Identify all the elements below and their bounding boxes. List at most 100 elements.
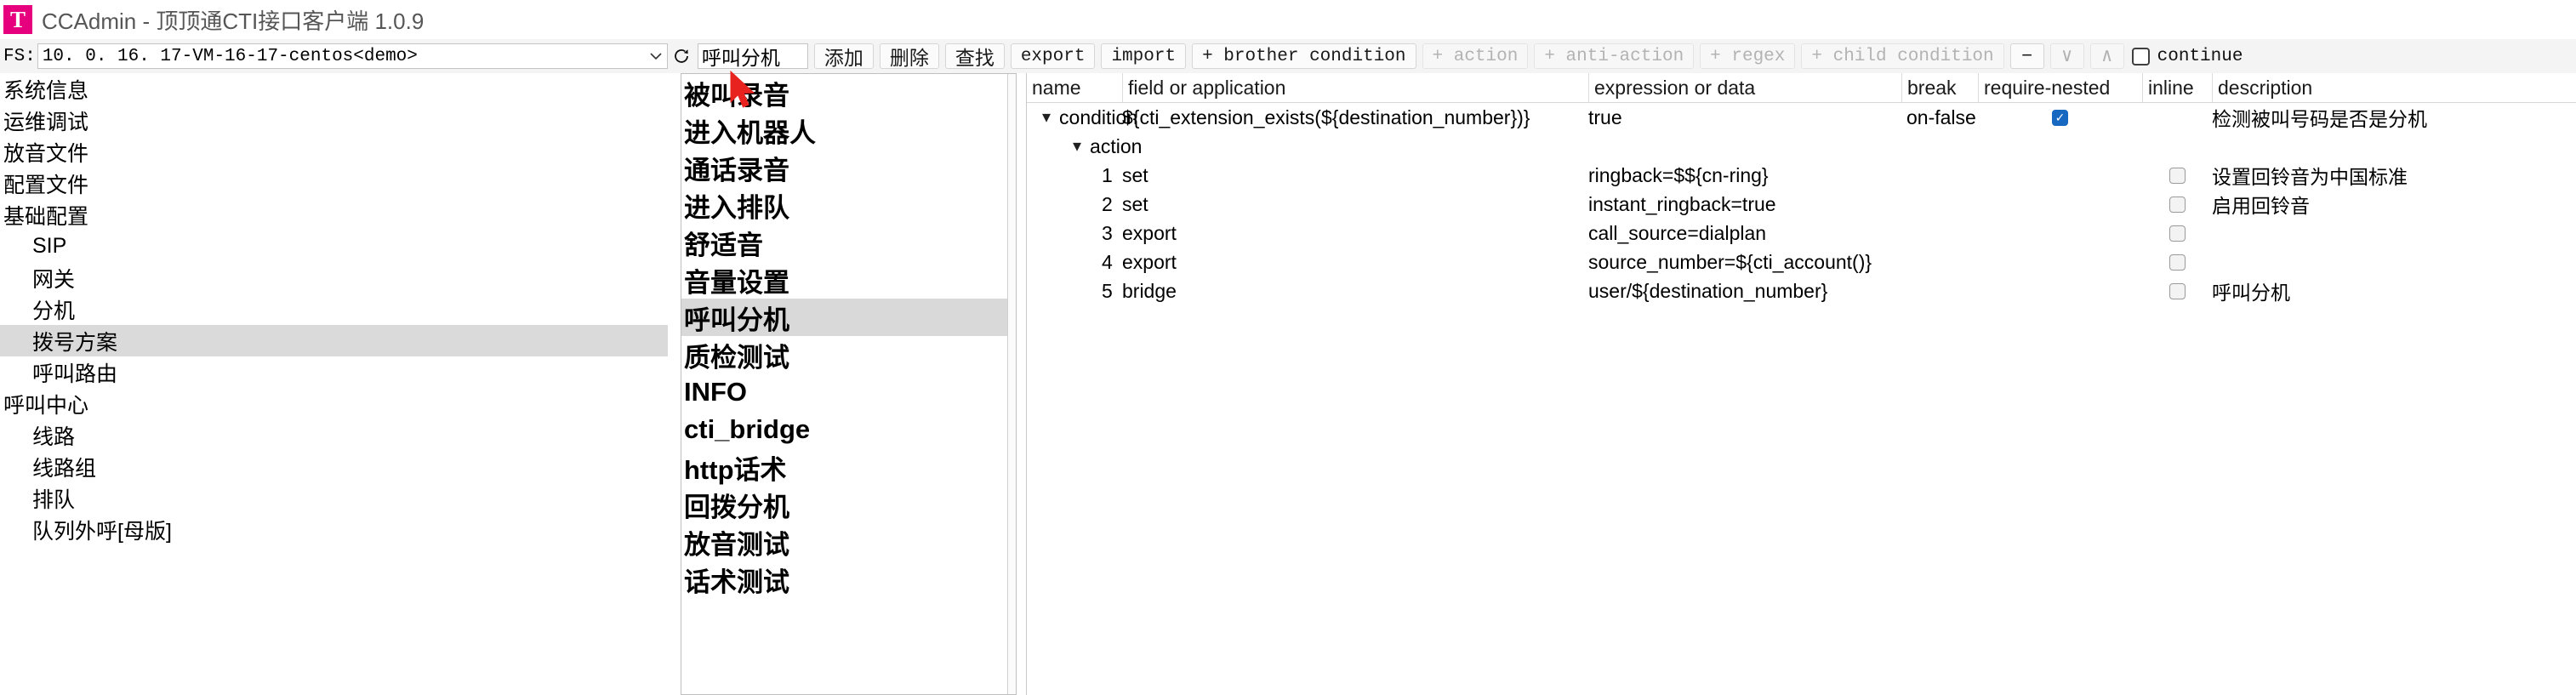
row-description-cell[interactable] (2212, 248, 2552, 276)
sidebar-item[interactable]: 拨号方案 (0, 325, 668, 356)
column-header[interactable]: name (1027, 73, 1122, 102)
list-item[interactable]: 质检测试 (681, 336, 1016, 373)
list-item[interactable]: 音量设置 (681, 261, 1016, 299)
list-item[interactable]: 舒适音 (681, 224, 1016, 261)
column-header[interactable]: inline (2142, 73, 2212, 102)
list-item[interactable]: 回拨分机 (681, 486, 1016, 523)
table-row[interactable]: 5 bridge user/${destination_number} 呼叫分机 (1027, 276, 2576, 305)
list-item[interactable]: 话术测试 (681, 561, 1016, 598)
inline-checkbox[interactable] (2169, 254, 2186, 271)
row-break-cell[interactable] (1906, 161, 1983, 190)
sidebar-item[interactable]: 分机 (0, 293, 668, 325)
column-header[interactable]: field or application (1122, 73, 1343, 102)
delete-button[interactable]: 删除 (879, 43, 939, 69)
navigation-sidebar[interactable]: 系统信息 运维调试 放音文件 配置文件 基础配置 SIP 网关 分机 拨号方案 呼叫路由 呼叫中心线… (0, 73, 668, 695)
sidebar-item[interactable]: 队列外呼[母版] (0, 514, 668, 545)
list-item[interactable]: 呼叫分机 (681, 299, 1016, 336)
sidebar-item[interactable]: 放音文件 (0, 136, 668, 168)
row-field-cell[interactable]: set (1122, 190, 1582, 219)
row-field-cell[interactable]: bridge (1122, 276, 1582, 305)
sidebar-item[interactable]: 呼叫路由 (0, 356, 668, 388)
row-expression-cell[interactable]: user/${destination_number} (1588, 276, 1895, 305)
sidebar-item[interactable]: SIP (0, 231, 668, 262)
list-item[interactable]: http话术 (681, 448, 1016, 486)
column-header[interactable]: description (2212, 73, 2467, 102)
column-header[interactable]: require-nested (1978, 73, 2142, 102)
export-button[interactable]: export (1010, 43, 1096, 69)
row-break-cell[interactable] (1906, 219, 1983, 248)
row-break-cell[interactable] (1906, 276, 1983, 305)
row-inline-cell[interactable] (2142, 190, 2212, 219)
row-field-cell[interactable] (1122, 132, 1582, 161)
row-field-cell[interactable]: export (1122, 248, 1582, 276)
row-break-cell[interactable] (1906, 190, 1983, 219)
table-row[interactable]: ▾ condition ${cti_extension_exists(${desti… (1027, 103, 2576, 132)
list-item[interactable]: cti_bridge (681, 411, 1016, 448)
row-expression-cell[interactable]: call_source=dialplan (1588, 219, 1895, 248)
row-description-cell[interactable]: 呼叫分机 (2212, 276, 2552, 305)
sidebar-item[interactable]: 基础配置 (0, 199, 668, 231)
require-nested-checkbox[interactable]: ✓ (2052, 109, 2068, 126)
fs-server-combobox[interactable]: 10. 0. 16. 17-VM-16-17-centos<demo> (37, 43, 668, 69)
row-description-cell[interactable]: 启用回铃音 (2212, 190, 2552, 219)
row-description-cell[interactable] (2212, 132, 2552, 161)
add-brother-condition-button[interactable]: + brother condition (1192, 43, 1416, 69)
table-row[interactable]: 2 set instant_ringback=true 启用回铃音 (1027, 190, 2576, 219)
row-break-cell[interactable]: on-false (1906, 103, 1983, 132)
sidebar-item[interactable]: 线路组 (0, 451, 668, 482)
row-expression-cell[interactable]: true (1588, 103, 1895, 132)
row-inline-cell[interactable] (2142, 248, 2212, 276)
row-expression-cell[interactable] (1588, 132, 1895, 161)
chevron-down-icon[interactable]: ▾ (1042, 109, 1051, 126)
row-inline-cell[interactable] (2142, 219, 2212, 248)
row-require-nested-cell[interactable]: ✓ (1978, 103, 2142, 132)
entry-name-input[interactable]: 呼叫分机 (697, 43, 808, 69)
add-button[interactable]: 添加 (813, 43, 874, 69)
row-inline-cell[interactable] (2142, 161, 2212, 190)
column-header[interactable]: expression or data (1588, 73, 1801, 102)
row-description-cell[interactable]: 检测被叫号码是否是分机 (2212, 103, 2552, 132)
column-header[interactable]: break (1901, 73, 1978, 102)
row-field-cell[interactable]: ${cti_extension_exists(${destination_num… (1122, 103, 1582, 132)
continue-checkbox[interactable] (2131, 47, 2150, 66)
list-item[interactable]: 被叫录音 (681, 74, 1016, 111)
sidebar-item[interactable]: 配置文件 (0, 168, 668, 199)
sidebar-item[interactable]: 线路 (0, 419, 668, 451)
row-description-cell[interactable] (2212, 219, 2552, 248)
table-row[interactable]: ▾ action (1027, 132, 2576, 161)
row-break-cell[interactable] (1906, 248, 1983, 276)
table-row[interactable]: 3 export call_source=dialplan (1027, 219, 2576, 248)
row-inline-cell[interactable] (2142, 276, 2212, 305)
inline-checkbox[interactable] (2169, 282, 2186, 299)
sidebar-item[interactable]: 呼叫中心 (0, 388, 668, 419)
list-item[interactable]: 通话录音 (681, 149, 1016, 186)
middle-list-scrollbar[interactable] (1007, 74, 1016, 694)
chevron-down-icon[interactable]: ▾ (1073, 138, 1081, 155)
row-break-cell[interactable] (1906, 132, 1983, 161)
list-item[interactable]: 进入机器人 (681, 111, 1016, 149)
sidebar-item[interactable]: 系统信息 (0, 73, 668, 105)
table-row[interactable]: 1 set ringback=$${cn-ring} 设置回铃音为中国标准 (1027, 161, 2576, 190)
row-expression-cell[interactable]: instant_ringback=true (1588, 190, 1895, 219)
sidebar-item[interactable]: 网关 (0, 262, 668, 293)
row-field-cell[interactable]: set (1122, 161, 1582, 190)
list-item[interactable]: INFO (681, 373, 1016, 411)
list-item[interactable]: 进入排队 (681, 186, 1016, 224)
remove-button[interactable]: − (2009, 43, 2044, 69)
row-expression-cell[interactable]: source_number=${cti_account()} (1588, 248, 1895, 276)
refresh-icon[interactable] (670, 44, 692, 68)
import-button[interactable]: import (1101, 43, 1187, 69)
row-description-cell[interactable]: 设置回铃音为中国标准 (2212, 161, 2552, 190)
inline-checkbox[interactable] (2169, 225, 2186, 242)
continue-toggle[interactable]: continue (2131, 47, 2243, 66)
table-row[interactable]: 4 export source_number=${cti_account()} (1027, 248, 2576, 276)
inline-checkbox[interactable] (2169, 196, 2186, 213)
row-expression-cell[interactable]: ringback=$${cn-ring} (1588, 161, 1895, 190)
row-field-cell[interactable]: export (1122, 219, 1582, 248)
list-item[interactable]: 放音测试 (681, 523, 1016, 561)
find-button[interactable]: 查找 (944, 43, 1005, 69)
dialplan-entry-list[interactable]: 被叫录音 进入机器人 通话录音 进入排队 舒适音 音量设置 呼叫分机 质检测试 INFO cti_… (681, 73, 1017, 695)
sidebar-item[interactable]: 运维调试 (0, 105, 668, 136)
inline-checkbox[interactable] (2169, 167, 2186, 184)
sidebar-item[interactable]: 排队 (0, 482, 668, 514)
